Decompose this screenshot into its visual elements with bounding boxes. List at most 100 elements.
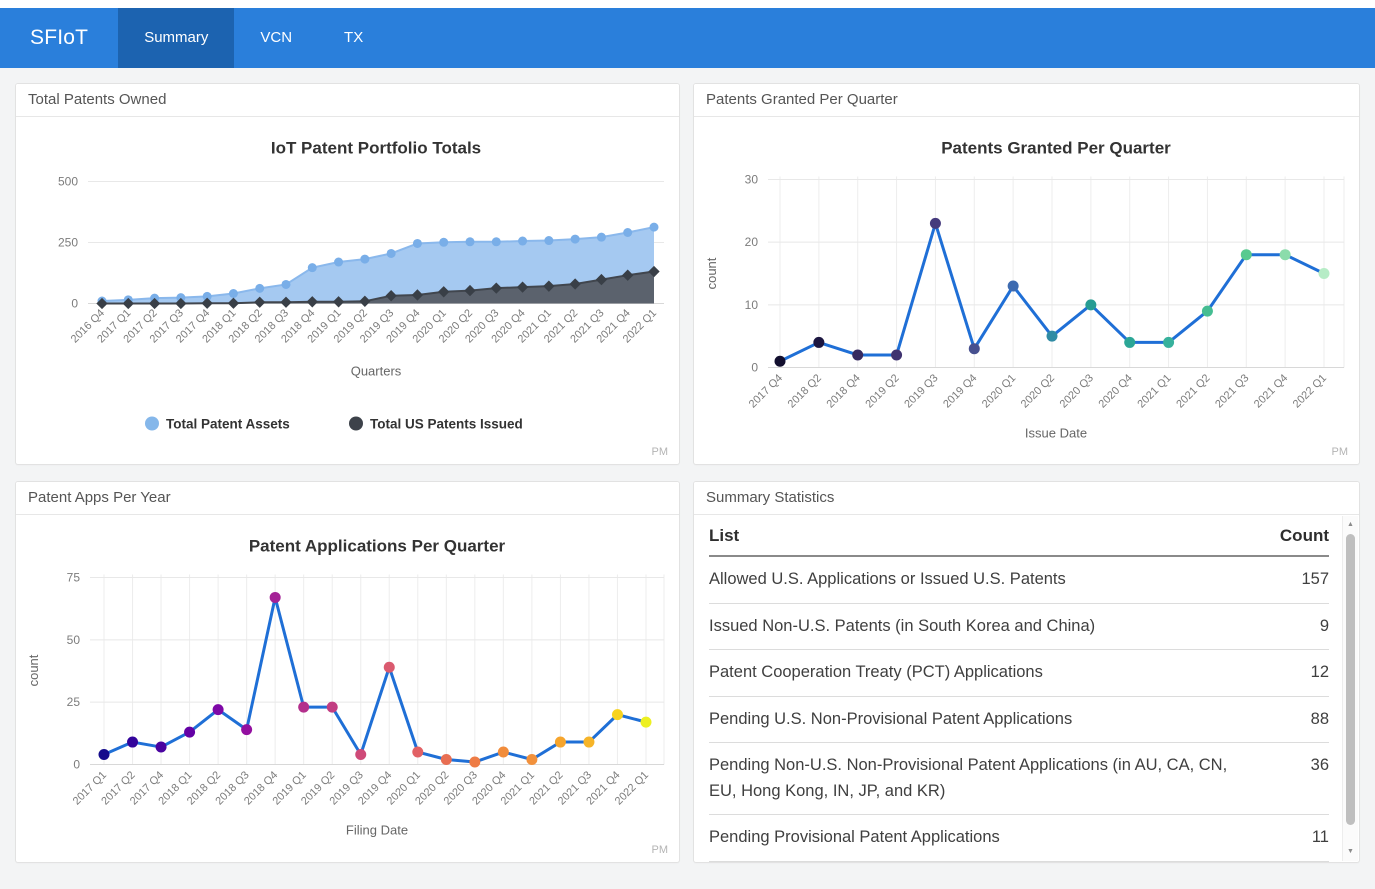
svg-text:Total US Patents Issued: Total US Patents Issued bbox=[370, 417, 523, 432]
scrollbar-thumb[interactable] bbox=[1346, 534, 1355, 825]
scrollbar-down-arrow-icon[interactable]: ▼ bbox=[1343, 845, 1358, 859]
chart-title: Patent Applications Per Quarter bbox=[249, 537, 506, 556]
stat-label: Pending U.S. Non-Provisional Patent Appl… bbox=[709, 696, 1280, 743]
svg-text:2017 Q4: 2017 Q4 bbox=[747, 372, 785, 410]
svg-text:50: 50 bbox=[67, 633, 81, 647]
chart-title: IoT Patent Portfolio Totals bbox=[271, 139, 481, 158]
table-row: Pending Provisional Patent Applications1… bbox=[709, 815, 1329, 862]
x-axis-title: Filing Date bbox=[346, 823, 408, 838]
svg-text:10: 10 bbox=[745, 298, 759, 312]
table-row: Patent Cooperation Treaty (PCT) Applicat… bbox=[709, 650, 1329, 697]
gridlines bbox=[90, 575, 664, 765]
stat-count: 11 bbox=[1280, 815, 1329, 862]
panel-patent-apps: Patent Apps Per Year 0255075Patent Appli… bbox=[15, 481, 680, 863]
svg-text:2020 Q1: 2020 Q1 bbox=[980, 372, 1018, 410]
svg-text:2021 Q1: 2021 Q1 bbox=[1135, 372, 1173, 410]
legend-swatch-us-issued bbox=[349, 417, 363, 431]
table-row: Pending U.S. Non-Provisional Patent Appl… bbox=[709, 696, 1329, 743]
panel-summary-statistics: Summary Statistics List Count Allowed U.… bbox=[693, 481, 1360, 863]
data-line bbox=[104, 597, 646, 762]
panel-summary-statistics-header: Summary Statistics bbox=[694, 482, 1359, 515]
svg-text:2020 Q2: 2020 Q2 bbox=[1019, 372, 1057, 410]
stat-count: 157 bbox=[1280, 556, 1329, 603]
svg-text:2021 Q3: 2021 Q3 bbox=[1213, 372, 1251, 410]
svg-text:2018 Q4: 2018 Q4 bbox=[825, 372, 863, 410]
svg-text:2020 Q4: 2020 Q4 bbox=[1097, 372, 1135, 410]
svg-text:250: 250 bbox=[58, 236, 78, 250]
stat-count: 36 bbox=[1280, 743, 1329, 815]
stat-count: 12 bbox=[1280, 650, 1329, 697]
dashboard-content: Total Patents Owned 0250500IoT Patent Po… bbox=[0, 68, 1375, 878]
stat-count: 88 bbox=[1280, 696, 1329, 743]
svg-text:25: 25 bbox=[67, 695, 81, 709]
legend: Total Patent Assets Total US Patents Issu… bbox=[145, 417, 523, 432]
svg-text:2021 Q4: 2021 Q4 bbox=[1252, 372, 1290, 410]
chart-watermark: PM bbox=[652, 844, 669, 856]
tab-summary[interactable]: Summary bbox=[118, 8, 234, 68]
x-axis: 2017 Q42018 Q22018 Q42019 Q22019 Q32019 … bbox=[747, 372, 1329, 410]
y-axis: 0 10 20 30 bbox=[745, 173, 759, 375]
table-row: Issued Non-U.S. Patents (in South Korea … bbox=[709, 603, 1329, 650]
portfolio-chart-body: 0 250 500 IoT Patent Portfolio Totals 2016 Q… bbox=[16, 117, 679, 464]
legend-swatch-assets bbox=[145, 417, 159, 431]
summary-statistics-table: List Count Allowed U.S. Applications or … bbox=[709, 515, 1329, 863]
svg-text:500: 500 bbox=[58, 175, 78, 189]
panel-total-patents-owned-header: Total Patents Owned bbox=[16, 84, 679, 117]
svg-text:2019 Q3: 2019 Q3 bbox=[902, 372, 940, 410]
apps-line-chart: 0255075Patent Applications Per Quarter20… bbox=[16, 515, 679, 862]
y-axis-title: count bbox=[704, 257, 719, 289]
svg-text:2021 Q2: 2021 Q2 bbox=[1174, 372, 1212, 410]
panel-patents-granted-header: Patents Granted Per Quarter bbox=[694, 84, 1359, 117]
tab-tx[interactable]: TX bbox=[318, 8, 389, 68]
svg-text:Total Patent Assets: Total Patent Assets bbox=[166, 417, 290, 432]
y-axis-title: count bbox=[26, 654, 41, 686]
x-axis-title: Quarters bbox=[351, 364, 402, 379]
navbar: SFIoT SummaryVCNTX bbox=[0, 8, 1375, 68]
x-axis: 2017 Q12017 Q22017 Q42018 Q12018 Q22018 … bbox=[71, 769, 651, 807]
table-row: Pending Non-U.S. Non-Provisional Patent … bbox=[709, 743, 1329, 815]
stat-label: Pending Non-U.S. Non-Provisional Patent … bbox=[709, 743, 1280, 815]
svg-text:2018 Q2: 2018 Q2 bbox=[786, 372, 824, 410]
apps-chart-body: 0255075Patent Applications Per Quarter20… bbox=[16, 515, 679, 862]
chart-watermark: PM bbox=[652, 446, 669, 458]
granted-chart-body: 0 10 20 30 Patents Granted Per Quarter 2017 Q… bbox=[694, 117, 1359, 464]
app-brand[interactable]: SFIoT bbox=[0, 8, 118, 68]
y-axis: 0 250 500 bbox=[58, 175, 78, 311]
tab-vcn[interactable]: VCN bbox=[234, 8, 318, 68]
panel-patent-apps-header: Patent Apps Per Year bbox=[16, 482, 679, 515]
top-strip bbox=[0, 0, 1375, 8]
stat-count: 313 bbox=[1280, 861, 1329, 863]
list-column-header: List bbox=[709, 515, 1280, 556]
svg-text:2022 Q1: 2022 Q1 bbox=[1291, 372, 1329, 410]
scrollbar-up-arrow-icon[interactable]: ▲ bbox=[1343, 518, 1358, 532]
panel-patents-granted: Patents Granted Per Quarter 0 10 20 30 Paten… bbox=[693, 83, 1360, 465]
svg-text:0: 0 bbox=[73, 758, 80, 772]
table-header-row: List Count bbox=[709, 515, 1329, 556]
nav-tabs: SummaryVCNTX bbox=[118, 8, 389, 68]
x-axis: 2016 Q42017 Q12017 Q22017 Q32017 Q42018 … bbox=[69, 307, 659, 345]
svg-text:30: 30 bbox=[745, 173, 759, 187]
svg-text:2019 Q2: 2019 Q2 bbox=[863, 372, 901, 410]
stat-label: Issued Non-U.S. Patents (in South Korea … bbox=[709, 603, 1280, 650]
y-axis: 0255075 bbox=[67, 571, 81, 772]
granted-line-chart: 0 10 20 30 Patents Granted Per Quarter 2017 Q… bbox=[694, 117, 1359, 464]
x-axis-title: Issue Date bbox=[1025, 426, 1087, 441]
stat-count: 9 bbox=[1280, 603, 1329, 650]
summary-statistics-body: List Count Allowed U.S. Applications or … bbox=[694, 515, 1359, 862]
svg-text:0: 0 bbox=[71, 297, 78, 311]
svg-text:2019 Q4: 2019 Q4 bbox=[941, 372, 979, 410]
table-row: Allowed U.S. Applications or Issued U.S.… bbox=[709, 556, 1329, 603]
panel-total-patents-owned: Total Patents Owned 0 250 500 IoT Patent Po… bbox=[15, 83, 680, 465]
table-row: Total Patents313 bbox=[709, 861, 1329, 863]
stat-label: Allowed U.S. Applications or Issued U.S.… bbox=[709, 556, 1280, 603]
stat-label: Pending Provisional Patent Applications bbox=[709, 815, 1280, 862]
svg-text:0: 0 bbox=[751, 361, 758, 375]
svg-text:20: 20 bbox=[745, 235, 759, 249]
count-column-header: Count bbox=[1280, 515, 1329, 556]
chart-watermark: PM bbox=[1332, 446, 1349, 458]
svg-text:2020 Q3: 2020 Q3 bbox=[1058, 372, 1096, 410]
chart-title: Patents Granted Per Quarter bbox=[941, 139, 1171, 158]
table-scrollbar[interactable]: ▲ ▼ bbox=[1342, 516, 1358, 861]
stat-label: Patent Cooperation Treaty (PCT) Applicat… bbox=[709, 650, 1280, 697]
stat-label: Total Patents bbox=[709, 861, 1280, 863]
